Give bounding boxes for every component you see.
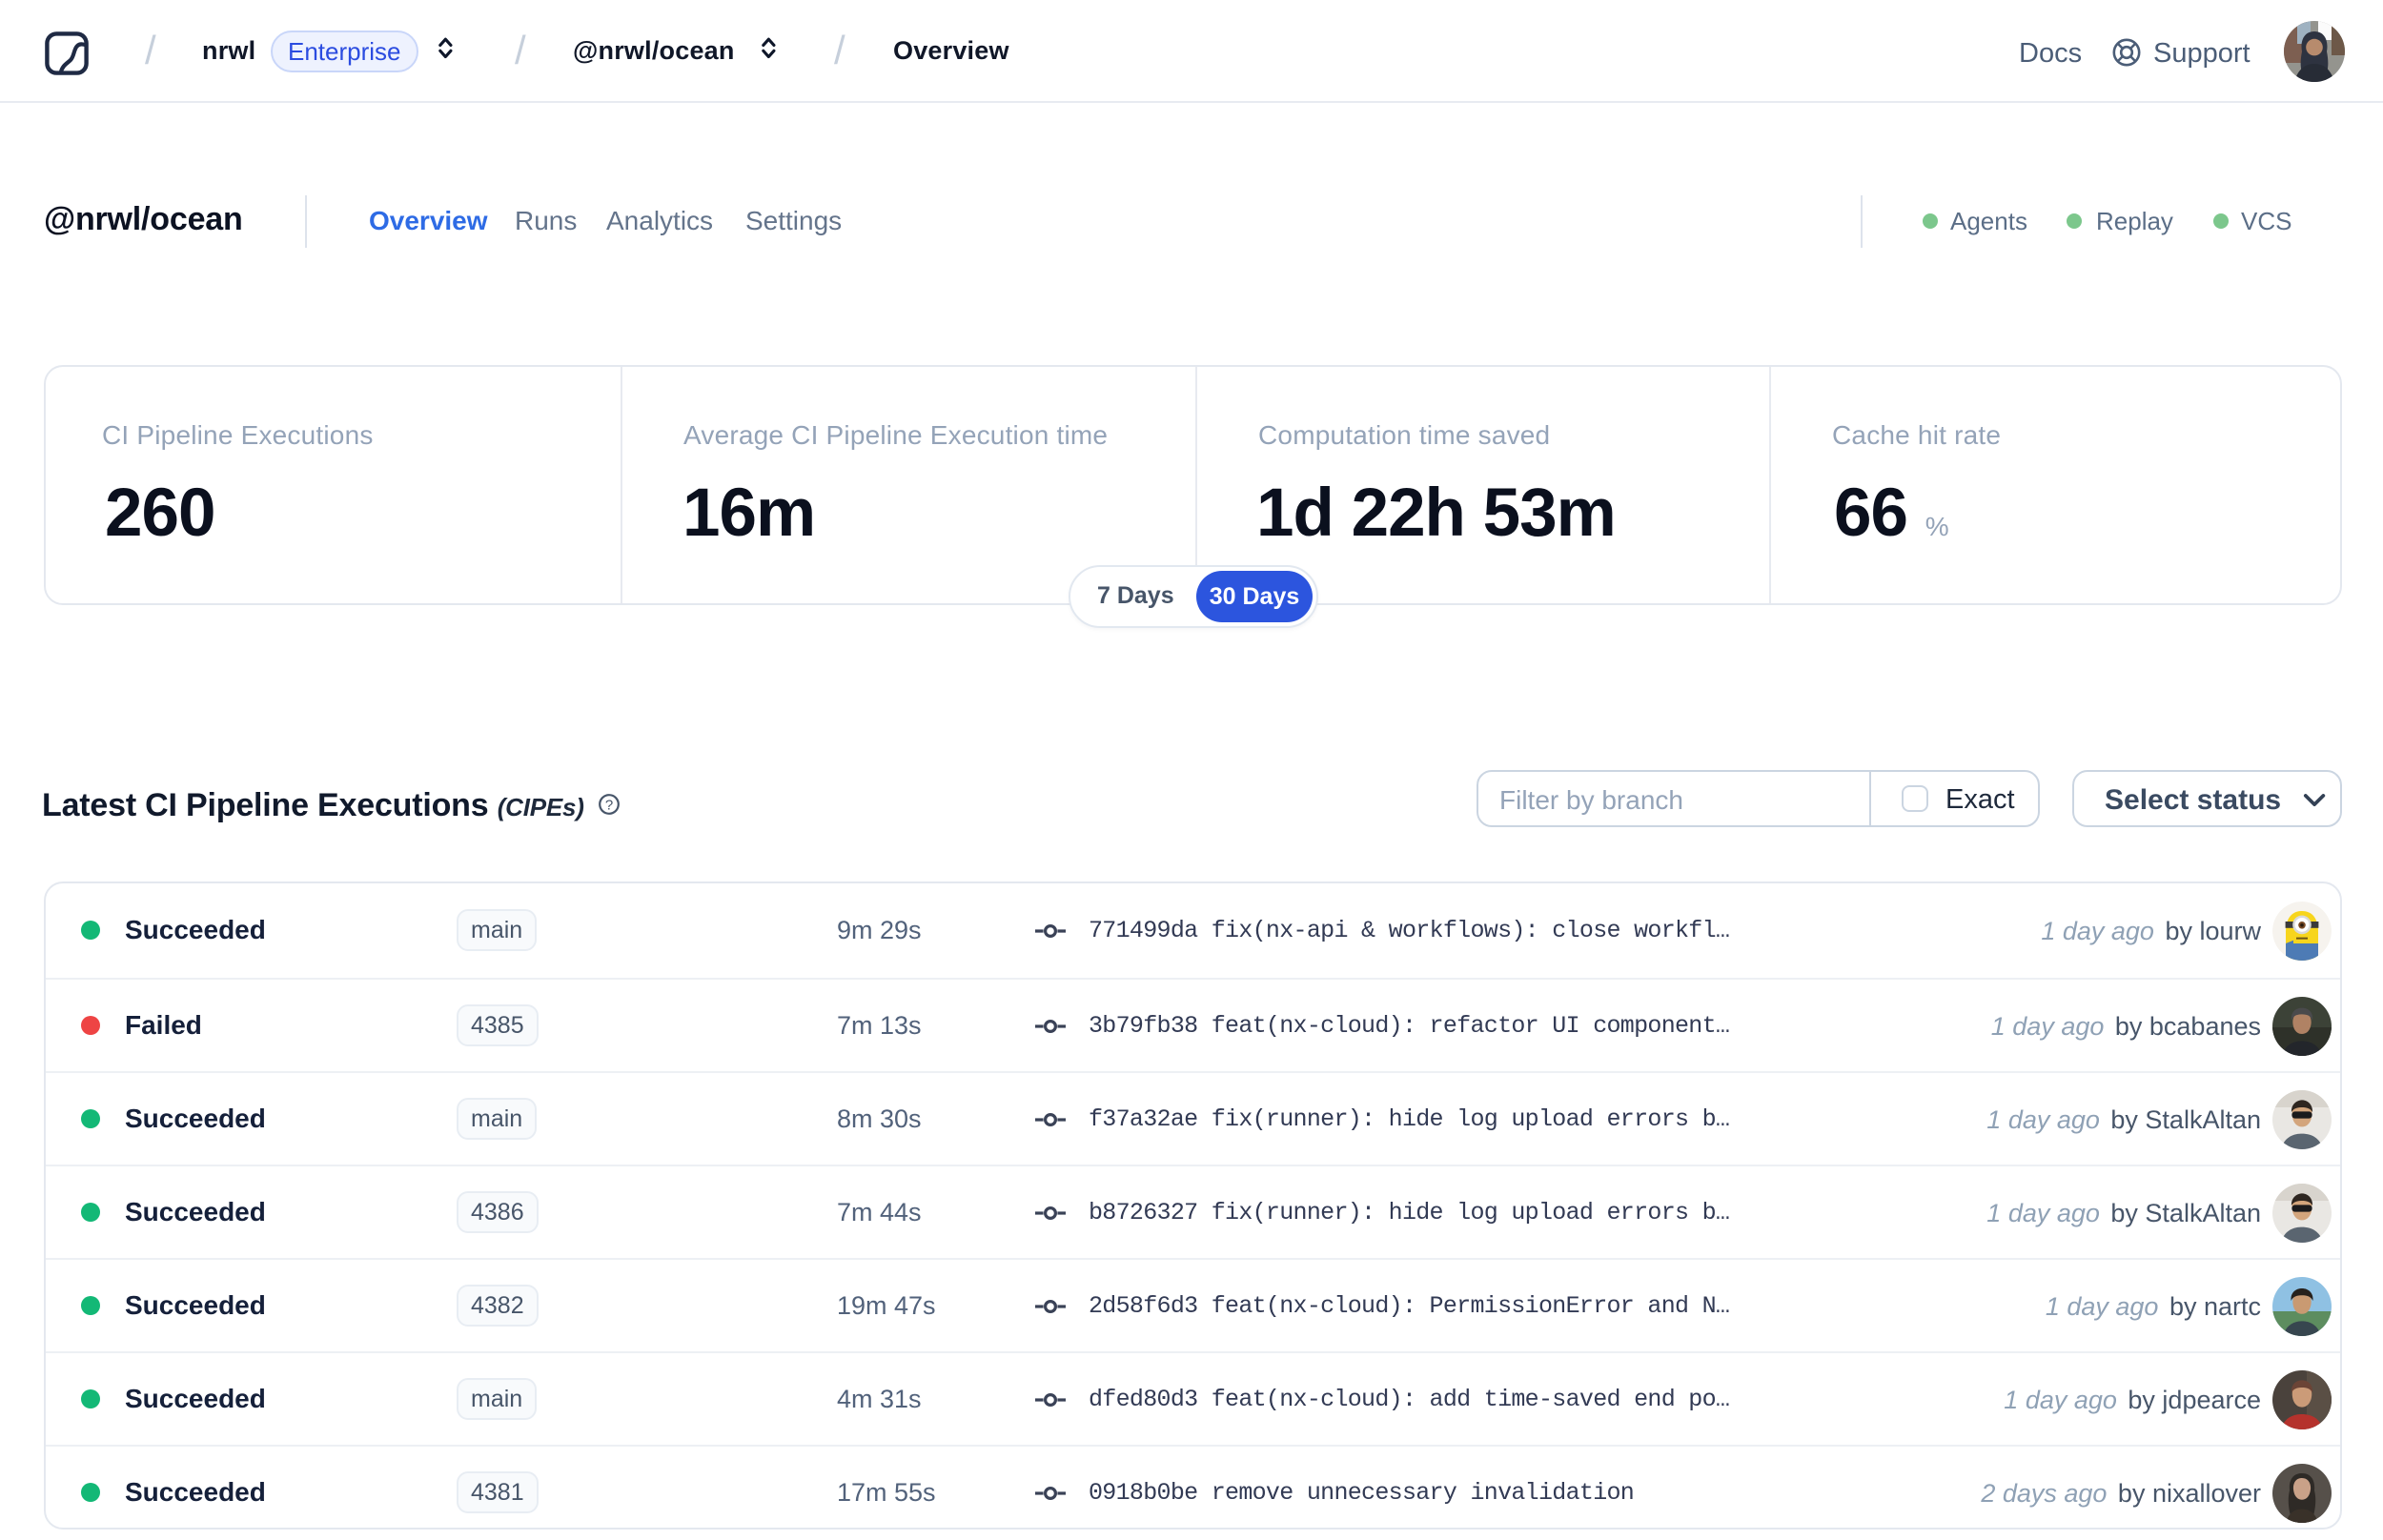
svg-text:?: ? bbox=[605, 797, 613, 813]
